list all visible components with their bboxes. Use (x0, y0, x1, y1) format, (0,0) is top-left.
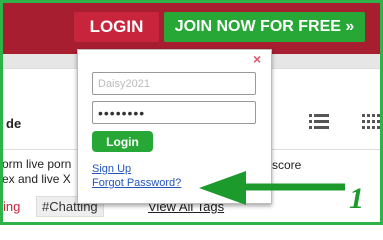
popup-login-button[interactable]: Login (92, 131, 153, 152)
description-line-1: orm live porn (2, 157, 72, 171)
username-field[interactable] (92, 72, 256, 95)
close-icon[interactable]: × (253, 51, 261, 67)
toolbar-label: de (6, 116, 22, 131)
list-view-icon[interactable] (309, 113, 329, 129)
tag-link[interactable]: ing (3, 199, 20, 214)
annotation-number: 1 (349, 182, 364, 215)
description-line-2: ex and live X (2, 172, 71, 186)
login-popup: × Login Sign Up Forgot Password? (77, 49, 272, 204)
forgot-password-link[interactable]: Forgot Password? (92, 177, 181, 189)
join-now-button[interactable]: JOIN NOW FOR FREE » (164, 12, 365, 42)
top-header-bar: LOGIN JOIN NOW FOR FREE » (0, 0, 383, 54)
grid-view-icon[interactable] (362, 113, 383, 129)
login-button[interactable]: LOGIN (74, 12, 159, 42)
password-field[interactable] (92, 101, 256, 124)
score-label: score (272, 158, 302, 172)
sign-up-link[interactable]: Sign Up (92, 163, 131, 175)
